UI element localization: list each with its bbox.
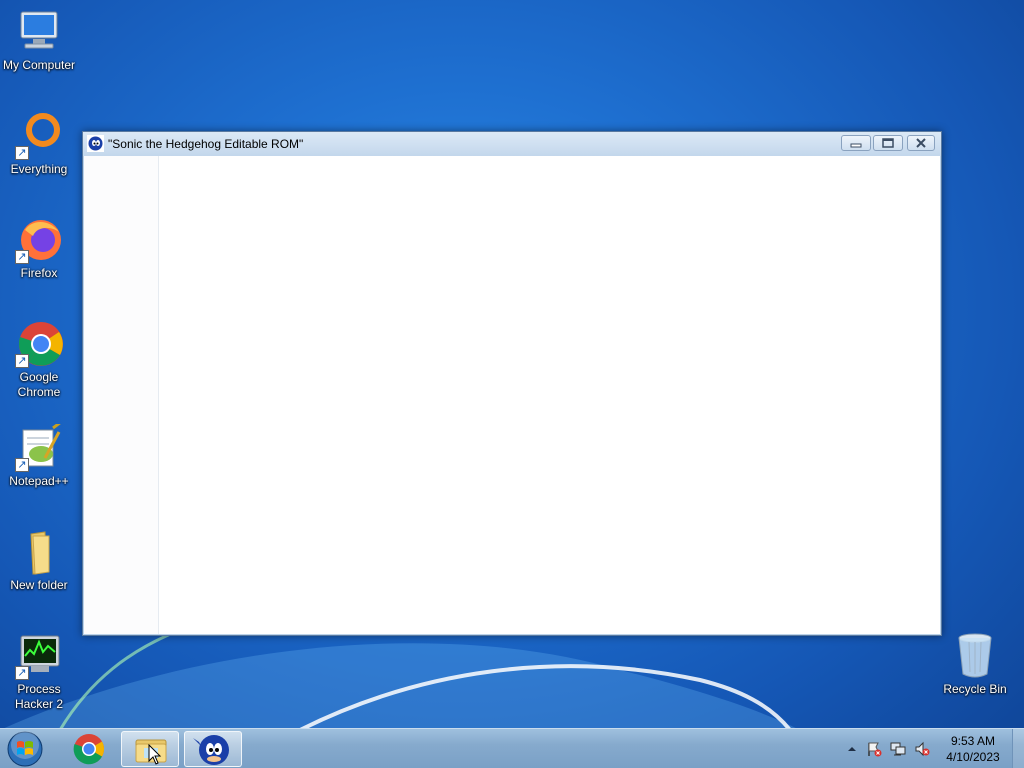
recycle-bin-icon [951, 632, 999, 680]
desktop-icon-firefox[interactable]: ↗ Firefox [0, 216, 78, 281]
shortcut-arrow-icon: ↗ [15, 250, 29, 264]
system-tray [840, 729, 940, 768]
shortcut-arrow-icon: ↗ [15, 666, 29, 680]
sonic-rom-window[interactable]: "Sonic the Hedgehog Editable ROM" [82, 131, 942, 636]
desktop-icon-recycle-bin[interactable]: Recycle Bin [936, 632, 1014, 697]
desktop-icon-notepadpp[interactable]: ↗ Notepad++ [0, 420, 78, 489]
volume-muted-icon[interactable] [914, 741, 930, 757]
mouse-cursor-icon [148, 744, 162, 765]
minimize-icon [850, 143, 862, 148]
desktop-icon-label: New folder [10, 578, 68, 592]
maximize-button[interactable] [873, 135, 903, 151]
shortcut-arrow-icon: ↗ [15, 146, 29, 160]
clock-time: 9:53 AM [950, 734, 996, 748]
close-button[interactable] [907, 135, 935, 151]
taskbar-sonic-button[interactable] [184, 731, 242, 767]
desktop-icon-label: Everything [10, 162, 68, 176]
window-title: "Sonic the Hedgehog Editable ROM" [108, 137, 304, 151]
network-icon[interactable] [890, 741, 906, 757]
folder-icon [15, 528, 63, 576]
minimize-button[interactable] [841, 135, 871, 151]
taskbar-clock[interactable]: 9:53 AM 4/10/2023 [937, 733, 1009, 765]
show-desktop-button[interactable] [1012, 729, 1024, 768]
notepadpp-icon: ↗ [15, 420, 63, 472]
desktop-icon-google-chrome[interactable]: ↗ Google Chrome [0, 320, 78, 400]
shortcut-arrow-icon: ↗ [15, 354, 29, 368]
taskbar-chrome-button[interactable] [60, 731, 118, 767]
everything-search-icon: ↗ [15, 112, 63, 160]
computer-icon [15, 8, 63, 56]
desktop-icon-my-computer[interactable]: My Computer [0, 8, 78, 73]
desktop-icon-process-hacker[interactable]: ↗ Process Hacker 2 [0, 632, 78, 712]
windows-logo-icon [7, 731, 43, 767]
firefox-icon: ↗ [15, 216, 63, 264]
desktop-icon-label: Notepad++ [9, 474, 69, 488]
clock-date: 4/10/2023 [946, 750, 1000, 764]
shortcut-arrow-icon: ↗ [15, 458, 29, 472]
desktop-icon-label: Google Chrome [17, 370, 61, 399]
show-hidden-icons-arrow[interactable] [844, 741, 860, 757]
desktop-icon-label: Process Hacker 2 [14, 682, 64, 711]
desktop-icon-label: Recycle Bin [943, 682, 1007, 696]
window-side-panel[interactable] [84, 156, 159, 634]
desktop-icon-label: Firefox [20, 266, 58, 280]
sonic-icon [87, 135, 104, 152]
desktop-icon-label: My Computer [2, 58, 76, 72]
close-icon [916, 138, 926, 148]
desktop-icon-new-folder[interactable]: New folder [0, 528, 78, 593]
process-hacker-icon: ↗ [15, 632, 63, 680]
window-titlebar[interactable]: "Sonic the Hedgehog Editable ROM" [83, 132, 941, 156]
chrome-icon [73, 734, 105, 765]
start-button[interactable] [5, 730, 45, 768]
desktop-icon-everything[interactable]: ↗ Everything [0, 112, 78, 177]
maximize-icon [882, 138, 894, 148]
window-client-area[interactable] [84, 156, 940, 634]
sonic-icon [193, 735, 229, 765]
chrome-icon: ↗ [15, 320, 63, 368]
action-center-flag-icon[interactable] [866, 741, 882, 757]
